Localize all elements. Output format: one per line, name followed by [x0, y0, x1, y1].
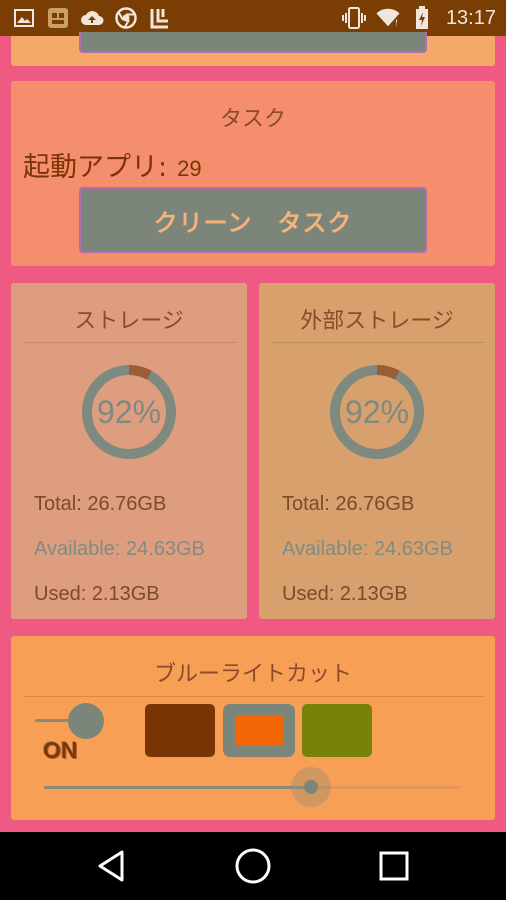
- storage-total: Total: 26.76GB: [34, 493, 167, 515]
- system-icons: ! 13:17: [341, 6, 496, 30]
- color-swatch-orange-selected[interactable]: [223, 704, 295, 757]
- color-swatch-brown[interactable]: [145, 704, 215, 757]
- storage-percent: 92%: [96, 393, 162, 430]
- notification-icons: [12, 7, 172, 29]
- toggle-state-label: ON: [43, 737, 78, 763]
- blue-light-card: ブルーライトカット ON: [11, 636, 495, 820]
- image-icon: [12, 7, 36, 29]
- task-card-title: タスク: [219, 107, 286, 132]
- recent-apps-button[interactable]: [374, 846, 414, 886]
- app-icon: [148, 7, 172, 29]
- app-icon: [46, 7, 70, 29]
- home-button[interactable]: [233, 846, 273, 886]
- wifi-icon: !: [376, 7, 400, 29]
- storage-available: Available: 24.63GB: [34, 538, 205, 560]
- external-storage-percent: 92%: [344, 393, 410, 430]
- intensity-slider-thumb[interactable]: [303, 780, 318, 794]
- divider: [24, 696, 485, 697]
- external-storage-total: Total: 26.76GB: [282, 493, 415, 515]
- battery-icon: [410, 6, 434, 29]
- status-bar: ! 13:17: [0, 0, 506, 36]
- vibrate-icon: [341, 7, 366, 29]
- cloud-upload-icon: [80, 7, 104, 29]
- back-icon: [98, 850, 124, 882]
- intensity-slider-fill: [44, 786, 311, 789]
- svg-text:!: !: [395, 17, 398, 27]
- running-apps-count: 29: [177, 156, 202, 181]
- previous-card-button[interactable]: [79, 32, 427, 53]
- divider: [24, 342, 237, 343]
- blue-light-title: ブルーライトカット: [153, 662, 352, 687]
- storage-used: Used: 2.13GB: [34, 583, 160, 605]
- recent-apps-icon: [379, 851, 409, 881]
- color-swatch-olive[interactable]: [302, 704, 372, 757]
- external-storage-used: Used: 2.13GB: [282, 583, 408, 605]
- running-apps: 起動アプリ : 29: [23, 145, 202, 184]
- running-apps-label: 起動アプリ: [23, 152, 158, 183]
- storage-card-title: ストレージ: [74, 309, 184, 334]
- chrome-icon: [114, 7, 138, 29]
- navigation-bar: [0, 832, 506, 900]
- back-button[interactable]: [92, 846, 132, 886]
- home-icon: [235, 848, 271, 884]
- storage-card: ストレージ 92% Total: 26.76GB Available: 24.6…: [11, 283, 247, 619]
- task-card: タスク 起動アプリ : 29 クリーン タスク: [11, 81, 495, 266]
- selected-swatch-fill: [235, 715, 283, 746]
- divider: [272, 342, 485, 343]
- external-storage-card-title: 外部ストレージ: [300, 309, 454, 334]
- storage-gauge: 92%: [80, 363, 178, 461]
- clean-task-button[interactable]: クリーン タスク: [79, 187, 427, 253]
- external-storage-gauge: 92%: [328, 363, 426, 461]
- external-storage-available: Available: 24.63GB: [282, 538, 453, 560]
- blue-light-toggle[interactable]: [68, 703, 104, 739]
- previous-card: [11, 32, 495, 66]
- external-storage-card: 外部ストレージ 92% Total: 26.76GB Available: 24…: [259, 283, 495, 619]
- running-apps-colon: :: [158, 152, 168, 183]
- clock: 13:17: [445, 6, 496, 29]
